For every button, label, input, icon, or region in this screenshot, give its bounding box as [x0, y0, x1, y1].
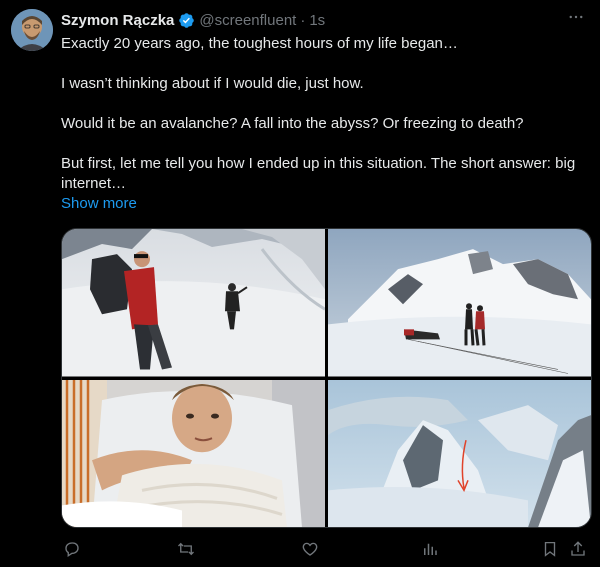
show-more-link[interactable]: Show more: [61, 195, 137, 212]
reply-icon[interactable]: [61, 538, 83, 560]
avatar[interactable]: [11, 9, 53, 51]
share-icon[interactable]: [567, 538, 589, 560]
tweet-header: Szymon Rączka @screenfluent · 1s: [61, 10, 586, 30]
photo-mountain-with-rescuers[interactable]: [328, 229, 591, 377]
tweet-paragraph: Exactly 20 years ago, the toughest hours…: [61, 35, 458, 52]
tweet-paragraph: But first, let me tell you how I ended u…: [61, 155, 576, 192]
verified-badge-icon[interactable]: [178, 12, 195, 29]
photo-mountain-face-with-arrow[interactable]: [328, 379, 591, 527]
media-grid: [61, 228, 592, 528]
separator: ·: [300, 11, 306, 29]
author-handle[interactable]: @screenfluent: [199, 12, 296, 29]
photo-climbers-on-glacier[interactable]: [62, 229, 325, 377]
bookmark-icon[interactable]: [539, 538, 561, 560]
photo-man-in-hospital-bed[interactable]: [62, 379, 325, 527]
timestamp[interactable]: 1s: [309, 12, 325, 29]
author-name[interactable]: Szymon Rączka: [61, 12, 174, 29]
tweet-text: Exactly 20 years ago, the toughest hours…: [61, 34, 591, 194]
action-bar: [61, 538, 590, 560]
like-icon[interactable]: [299, 538, 321, 560]
tweet-paragraph: I wasn’t thinking about if I would die, …: [61, 75, 364, 92]
tweet-paragraph: Would it be an avalanche? A fall into th…: [61, 115, 524, 132]
more-options-icon[interactable]: [566, 8, 586, 28]
views-icon[interactable]: [419, 538, 441, 560]
retweet-icon[interactable]: [175, 538, 197, 560]
